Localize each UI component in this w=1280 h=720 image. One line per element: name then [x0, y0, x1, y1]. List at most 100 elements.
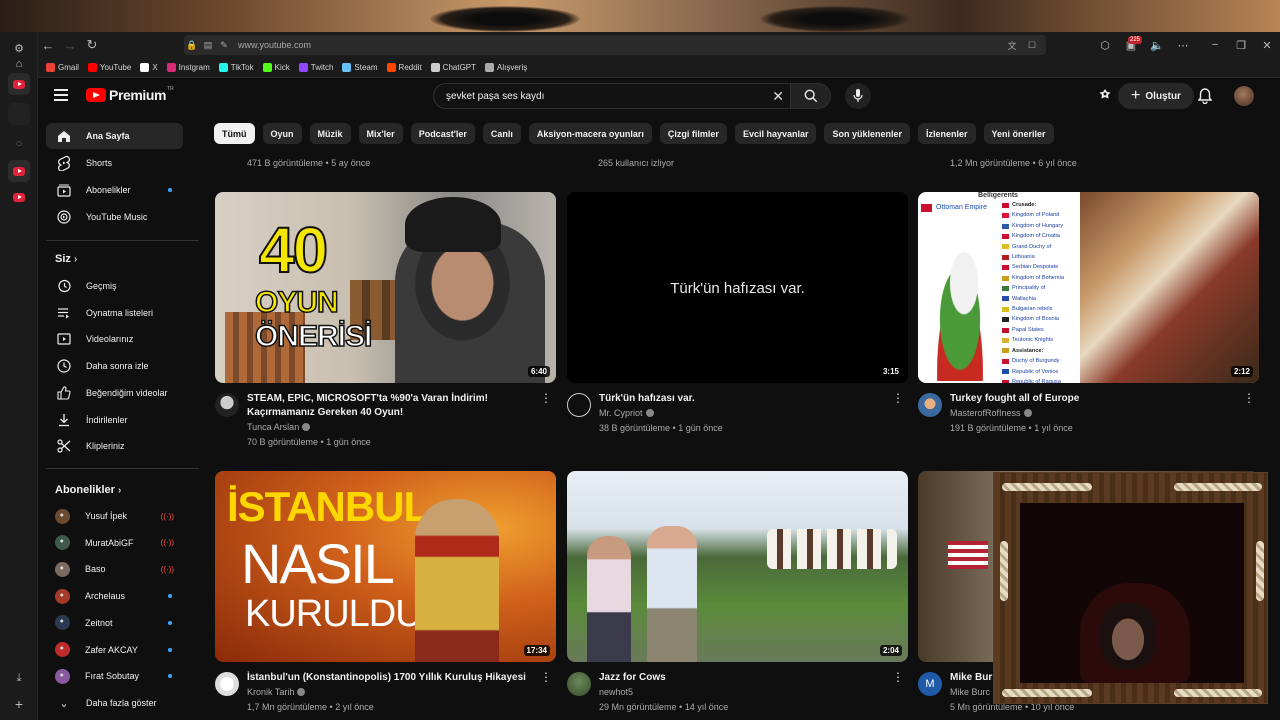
filter-chip[interactable]: Mix'ler — [358, 123, 403, 144]
you-section-header[interactable]: Siz › — [55, 253, 77, 265]
subscription-item[interactable]: Yusuf İpek ((·)) — [46, 503, 183, 529]
home-icon[interactable]: ⌂ — [11, 56, 27, 72]
account-avatar[interactable] — [1234, 86, 1254, 106]
video-title[interactable]: Türk'ün hafızası var. — [599, 392, 889, 406]
filter-chip[interactable]: Müzik — [309, 123, 351, 144]
youtube-tab-icon-2[interactable] — [13, 167, 25, 176]
bookmark-item[interactable]: Kick — [262, 63, 290, 72]
filter-chip[interactable]: Oyun — [262, 123, 302, 144]
bookmark-item[interactable]: Alışveriş — [485, 63, 527, 72]
sidebar-item[interactable]: Oynatma listeleri — [46, 300, 183, 326]
channel-label[interactable]: newhot5 — [599, 687, 633, 697]
search-input[interactable]: şevket paşa ses kaydı ✕ — [433, 83, 791, 109]
more-actions-icon[interactable]: ⋮ — [892, 671, 904, 683]
subscription-item[interactable]: Fırat Sobutay — [46, 663, 183, 689]
channel-name[interactable]: Mr. Cypriot — [599, 408, 654, 418]
bookmark-item[interactable]: YouTube — [87, 63, 131, 72]
edit-icon[interactable]: ✎ — [216, 40, 232, 51]
channel-name[interactable]: Kronik Tarih — [247, 687, 306, 697]
notifications-extension-icon[interactable]: 225 ▣ — [1118, 35, 1144, 52]
channel-label[interactable]: Kronik Tarih — [247, 687, 294, 697]
reload-button[interactable]: ↻ — [81, 34, 103, 56]
clear-icon[interactable]: ✕ — [772, 88, 784, 105]
sidebar-item[interactable]: YouTube Music — [46, 204, 183, 230]
site-info-icon[interactable]: ▤ — [200, 40, 216, 51]
subscription-item[interactable]: MuratAbiGF ((·)) — [46, 530, 183, 556]
channel-avatar[interactable]: M — [918, 672, 942, 696]
channel-label[interactable]: Tunca Arslan — [247, 422, 299, 432]
filter-chip[interactable]: Canlı — [482, 123, 521, 144]
more-actions-icon[interactable]: ⋮ — [892, 392, 904, 404]
settings-icon[interactable]: ⚙ — [11, 40, 27, 56]
filter-chip[interactable]: Son yüklenenler — [824, 123, 911, 144]
notifications-bell-icon[interactable] — [1196, 87, 1214, 105]
sidebar-item[interactable]: Geçmiş — [46, 273, 183, 299]
more-actions-icon[interactable]: ⋮ — [1243, 392, 1255, 404]
circle-icon[interactable]: ○ — [11, 136, 27, 152]
channel-avatar[interactable] — [215, 393, 239, 417]
sidebar-item[interactable]: Daha sonra izle — [46, 353, 183, 379]
bookmark-item[interactable]: Reddit — [386, 63, 422, 72]
maximize-button[interactable]: ❐ — [1228, 39, 1254, 52]
video-title[interactable]: Turkey fought all of Europe — [950, 392, 1240, 406]
bookmark-item[interactable]: TikTok — [218, 63, 254, 72]
url-text[interactable]: www.youtube.com — [238, 40, 311, 50]
minimize-button[interactable]: − — [1202, 39, 1228, 51]
voice-search-button[interactable] — [845, 83, 871, 109]
filter-chip[interactable]: İzlenenler — [918, 123, 976, 144]
video-title[interactable]: Jazz for Cows — [599, 671, 889, 685]
sidebar-item[interactable]: Klipleriniz — [46, 433, 183, 459]
channel-name[interactable]: MasterofRofIness — [950, 408, 1032, 418]
bookmark-item[interactable]: X — [140, 63, 158, 72]
show-more-button[interactable]: ⌄ Daha fazla göster — [46, 690, 183, 716]
video-thumbnail[interactable]: Türk'ün hafızası var. 3:15 — [567, 192, 908, 383]
subscription-item[interactable]: Zafer AKCAY — [46, 637, 183, 663]
translate-icon[interactable]: 文 — [1004, 39, 1020, 52]
filter-chip[interactable]: Evcil hayvanlar — [734, 123, 817, 144]
channel-avatar[interactable] — [567, 672, 591, 696]
volume-icon[interactable]: 🔈 — [1144, 39, 1170, 52]
subscription-item[interactable]: Zeitnot — [46, 610, 183, 636]
youtube-tab-icon-3[interactable] — [13, 193, 25, 202]
subscription-item[interactable]: Archelaus — [46, 583, 183, 609]
youtube-logo[interactable]: Premium TR — [86, 86, 174, 103]
bookmark-item[interactable]: Twitch — [298, 63, 333, 72]
channel-label[interactable]: Mr. Cypriot — [599, 408, 643, 418]
channel-avatar[interactable] — [918, 393, 942, 417]
filter-chip[interactable]: Podcast'ler — [410, 123, 475, 144]
more-actions-icon[interactable]: ⋮ — [540, 671, 552, 683]
filter-chip[interactable]: Tümü — [214, 123, 255, 144]
channel-label[interactable]: MasterofRofIness — [950, 408, 1021, 418]
more-actions-icon[interactable]: ⋮ — [540, 392, 552, 404]
sidebar-item[interactable]: İndirilenler — [46, 407, 183, 433]
channel-avatar[interactable] — [567, 393, 591, 417]
sidebar-item[interactable]: Ana Sayfa — [46, 123, 183, 149]
forward-button[interactable]: → — [59, 34, 81, 56]
sidebar-tab-box-2[interactable] — [8, 103, 30, 125]
menu-icon[interactable] — [54, 89, 68, 101]
channel-name[interactable]: Tunca Arslan — [247, 422, 311, 432]
bookmark-item[interactable]: Steam — [342, 63, 378, 72]
youtube-tab-icon[interactable] — [13, 80, 25, 89]
subscriptions-section-header[interactable]: Abonelikler › — [55, 484, 121, 496]
bookmark-item[interactable]: Gmail — [46, 63, 79, 72]
filter-chip[interactable]: Yeni öneriler — [983, 123, 1054, 144]
bookmark-item[interactable]: Instgram — [166, 63, 210, 72]
back-button[interactable]: ← — [37, 34, 59, 56]
sidebar-item[interactable]: Beğendiğim videolar — [46, 380, 183, 406]
add-icon[interactable]: + — [11, 696, 27, 712]
download-icon[interactable]: ⤓ — [11, 670, 27, 686]
video-thumbnail[interactable]: 2:04 — [567, 471, 908, 662]
video-thumbnail[interactable]: 40 OYUN ÖNERİSİ 6:40 — [215, 192, 556, 383]
filter-chip[interactable]: Çizgi filmler — [659, 123, 727, 144]
sidebar-item[interactable]: Shorts — [46, 150, 183, 176]
channel-avatar[interactable] — [215, 672, 239, 696]
video-title[interactable]: STEAM, EPIC, MICROSOFT'ta %90'a Varan İn… — [247, 392, 537, 420]
video-thumbnail[interactable]: İSTANBUL NASIL KURULDU? 17:34 — [215, 471, 556, 662]
premium-badge-icon[interactable] — [1096, 87, 1114, 105]
channel-name[interactable]: Mike Burc — [950, 687, 990, 697]
subscription-item[interactable]: Baso ((·)) — [46, 556, 183, 582]
address-bar[interactable]: 🔒 ▤ ✎ www.youtube.com 文 ☐ — [184, 35, 1046, 55]
video-thumbnail[interactable]: Belligerents Ottoman Empire Crusade: King… — [918, 192, 1259, 383]
sidebar-item[interactable]: Videolarınız — [46, 326, 183, 352]
